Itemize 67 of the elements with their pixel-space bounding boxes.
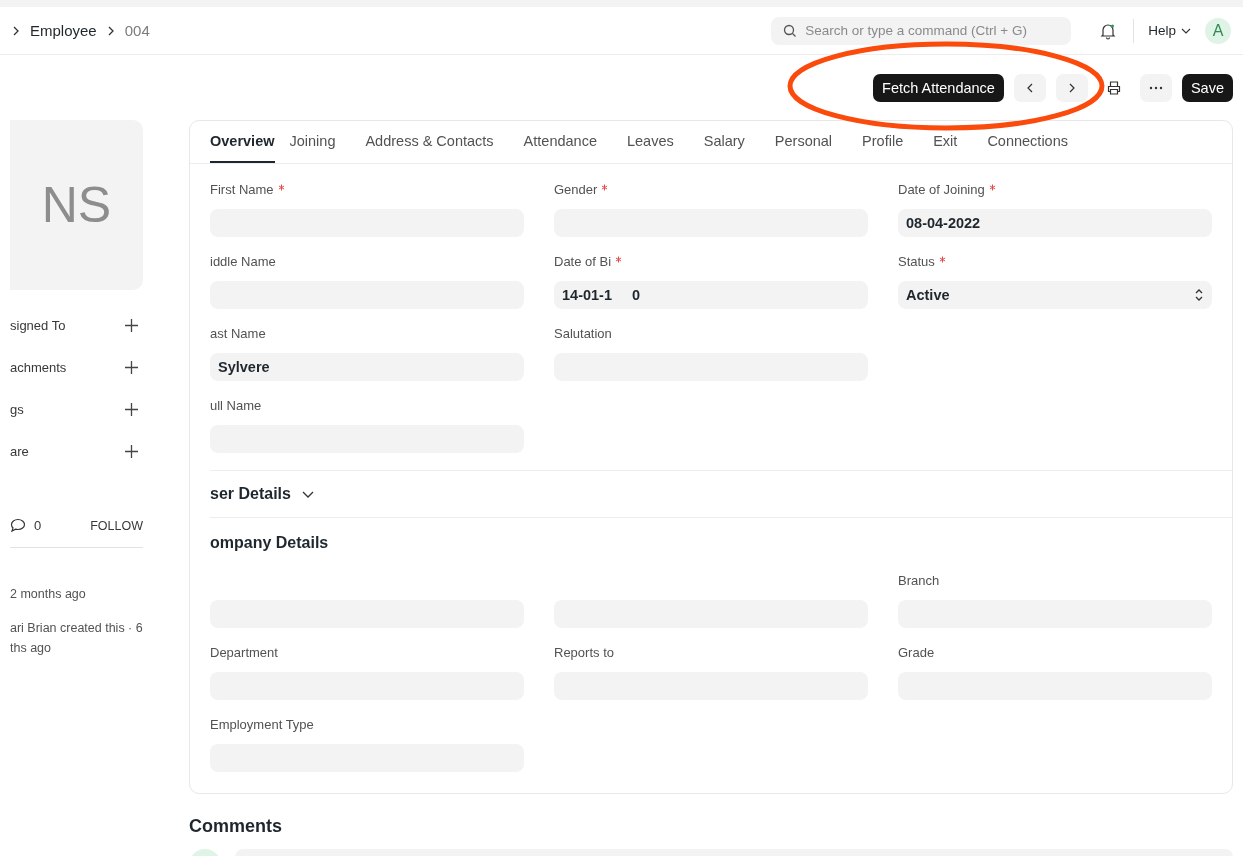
previous-button[interactable] xyxy=(1013,73,1046,102)
field-label: Date of Joining xyxy=(898,182,985,197)
user-avatar[interactable]: A xyxy=(1205,17,1231,44)
field-label: ull Name xyxy=(210,398,262,413)
tab[interactable]: Leaves xyxy=(627,121,689,163)
input-field[interactable]: 14-01-1 0 xyxy=(554,281,868,309)
more-button[interactable] xyxy=(1139,73,1172,102)
activity-text: 2 months ago xyxy=(10,586,87,603)
tab[interactable]: Connections xyxy=(987,121,1083,163)
comments-heading: Comments xyxy=(189,816,283,837)
sidebar-label: gs xyxy=(10,401,24,417)
section-title: ompany Details xyxy=(210,534,329,552)
follow-button[interactable]: FOLLOW xyxy=(90,518,143,533)
field-label: First Name xyxy=(210,182,274,197)
activity-text: ths ago xyxy=(10,640,52,657)
field-label: Branch xyxy=(898,573,940,588)
field-value: 0 xyxy=(631,287,640,303)
comment-icon xyxy=(10,518,26,533)
next-button[interactable] xyxy=(1055,73,1088,102)
sidebar-label: signed To xyxy=(10,317,66,333)
plus-icon[interactable] xyxy=(124,401,139,417)
tab[interactable]: Attendance xyxy=(523,121,612,163)
field-label: Department xyxy=(210,645,278,660)
section-title[interactable]: ser Details xyxy=(210,485,291,503)
input-field[interactable]: 08-04-2022 xyxy=(898,209,1212,237)
field-label: Status xyxy=(898,254,935,269)
tab[interactable]: Address & Contacts xyxy=(365,121,509,163)
breadcrumb-link[interactable]: 004 xyxy=(124,22,150,39)
field-label: Reports to xyxy=(554,645,614,660)
plus-icon[interactable] xyxy=(124,317,139,333)
field-label: Date of Bi xyxy=(554,254,612,269)
field-value: Sylvere xyxy=(218,359,270,375)
activity-text: ari Brian created this · 6 xyxy=(10,620,143,637)
tab[interactable]: Joining xyxy=(289,121,351,163)
plus-icon[interactable] xyxy=(124,443,139,459)
field-value: Active xyxy=(906,287,950,303)
sidebar-label: achments xyxy=(10,359,67,375)
more-icon xyxy=(1148,85,1163,90)
printer-icon xyxy=(1105,79,1122,96)
field-value: 14-01-1 xyxy=(562,287,612,303)
field-label: iddle Name xyxy=(210,254,276,269)
help-menu[interactable]: Help xyxy=(1148,23,1191,38)
tab[interactable]: Profile xyxy=(862,121,919,163)
updown-icon xyxy=(1194,288,1204,302)
select-field[interactable]: Active xyxy=(898,281,1212,309)
fetch-attendance-button[interactable]: Fetch Attendance xyxy=(873,73,1004,102)
input-field[interactable]: Sylvere xyxy=(210,353,524,381)
sidebar-label: are xyxy=(10,443,29,459)
comment-count: 0 xyxy=(34,518,42,533)
tab[interactable]: Personal xyxy=(774,121,848,163)
bell-icon[interactable] xyxy=(1099,21,1118,40)
breadcrumb-link[interactable]: Employee xyxy=(30,22,97,39)
field-value: 08-04-2022 xyxy=(906,215,981,231)
chevron-down-icon[interactable] xyxy=(300,489,315,499)
field-label: Gender xyxy=(554,182,598,197)
search-field[interactable]: Search or type a command (Ctrl + G) xyxy=(771,16,1072,45)
save-button[interactable]: Save xyxy=(1181,73,1233,102)
plus-icon[interactable] xyxy=(124,359,139,375)
field-label: Employment Type xyxy=(210,717,314,732)
field-label: Grade xyxy=(898,645,935,660)
tab[interactable]: Overview xyxy=(210,121,275,163)
employee-avatar: NS xyxy=(10,120,143,290)
tab[interactable]: Exit xyxy=(933,121,973,163)
field-label: Salutation xyxy=(554,326,612,341)
field-label: ast Name xyxy=(210,326,266,341)
caret-icon xyxy=(1181,26,1191,35)
tab[interactable]: Salary xyxy=(703,121,760,163)
